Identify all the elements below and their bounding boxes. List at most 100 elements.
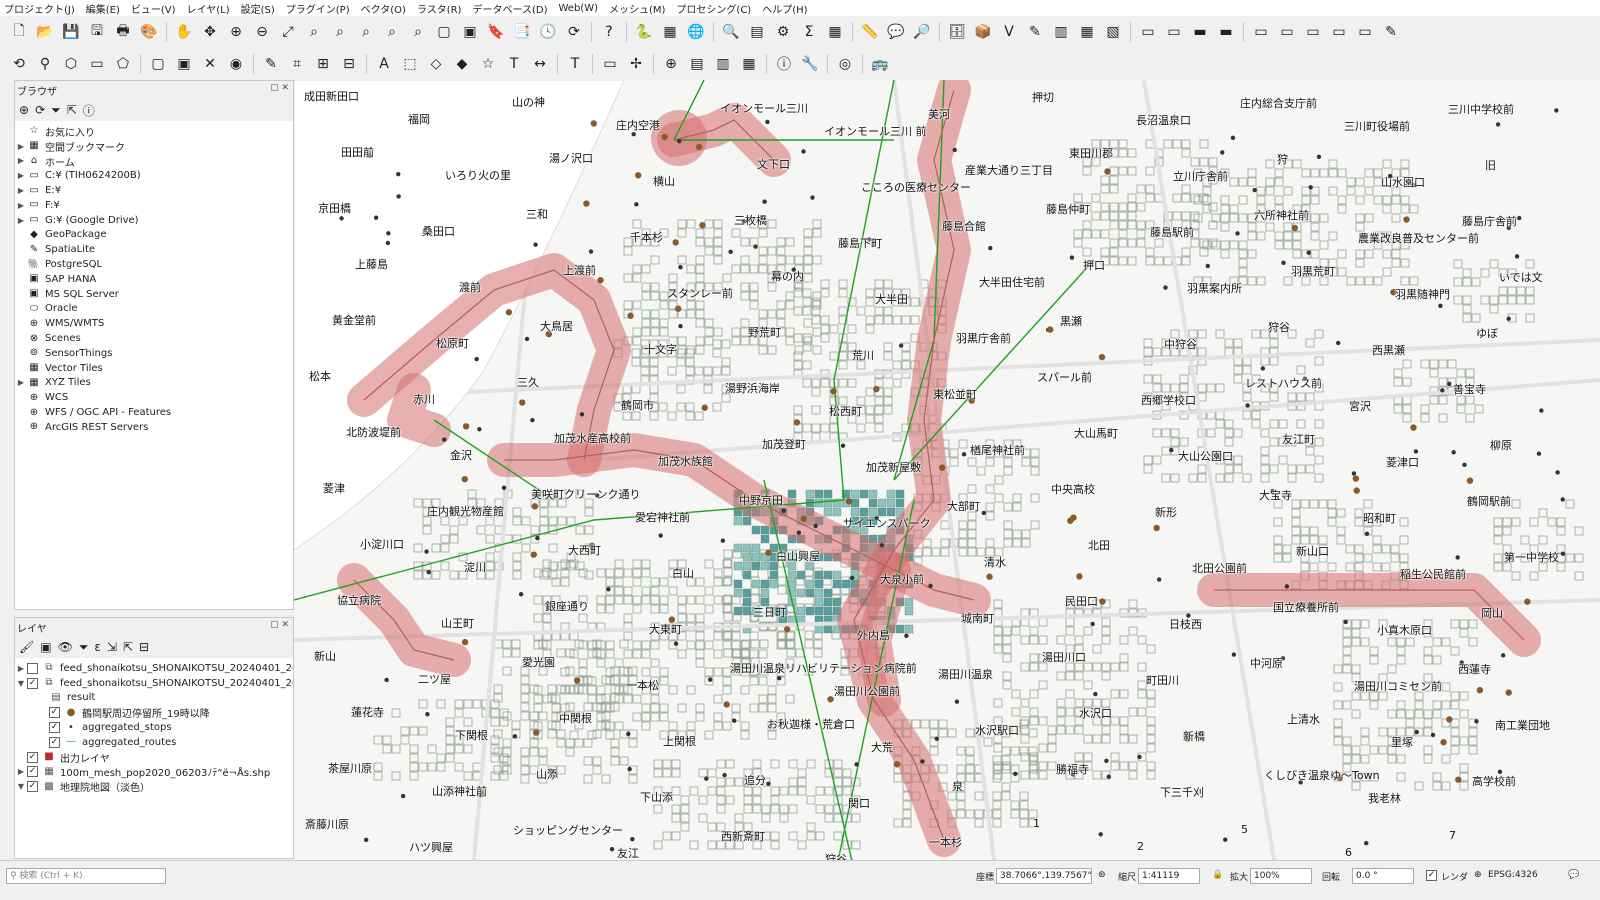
browser-item[interactable]: ▶ ▦ 空間ブックマーク — [15, 139, 293, 153]
edit-c-icon[interactable]: ⊞ — [313, 54, 333, 74]
expand-arrow-icon[interactable]: ▼ — [15, 782, 27, 791]
layer-visibility-checkbox[interactable]: ✓ — [27, 781, 38, 793]
disabled-e-icon[interactable]: ▭ — [1303, 22, 1323, 42]
show-bookmarks-icon[interactable]: 📑 — [512, 22, 532, 42]
select-location-icon[interactable]: ◉ — [226, 54, 246, 74]
menu-item-10[interactable]: メッシュ(M) — [609, 1, 665, 16]
style-manager-icon[interactable]: 🎨 — [139, 22, 159, 42]
select-value-icon[interactable]: ▣ — [174, 54, 194, 74]
browser-item[interactable]: ▶ ⌂ ホーム — [15, 154, 293, 168]
render-checkbox[interactable]: ✓ — [1426, 870, 1437, 881]
info-icon[interactable]: ⓘ — [774, 54, 794, 74]
temporal-icon[interactable]: 🕓 — [538, 22, 558, 42]
menu-item-8[interactable]: データベース(D) — [472, 1, 547, 16]
toggle-extents-icon[interactable]: ⊛ — [1098, 870, 1106, 880]
attribute-table-icon[interactable]: ▤ — [747, 22, 767, 42]
plugin-c-icon[interactable]: ▧ — [1103, 22, 1123, 42]
pan-to-selection-icon[interactable]: ✥ — [200, 22, 220, 42]
expand-arrow-icon[interactable]: ▶ — [15, 201, 27, 210]
disabled-a-icon[interactable]: ▭ — [1138, 22, 1158, 42]
package-icon[interactable]: 📦 — [973, 22, 993, 42]
layers-panel-close-icon[interactable]: ▢ ✕ — [270, 620, 289, 630]
rotation-spinbox[interactable]: 0.0 ° — [1352, 868, 1414, 884]
expand-arrow-icon[interactable]: ▶ — [15, 186, 27, 195]
browser-item[interactable]: ▣ MS SQL Server — [15, 287, 293, 302]
collapse-all-icon[interactable]: ⇱ — [67, 103, 77, 117]
expand-arrow-icon[interactable]: ▶ — [15, 378, 27, 387]
zoom-layer-icon[interactable]: ⌕ — [330, 22, 350, 42]
browser-item[interactable]: ⬭ Oracle — [15, 302, 293, 317]
refresh-icon[interactable]: ⟳ — [35, 103, 45, 117]
expand-arrow-icon[interactable]: ▶ — [15, 156, 27, 165]
magnifier-spinbox[interactable]: 100% — [1250, 868, 1312, 884]
annotation-b-icon[interactable]: ✢ — [626, 54, 646, 74]
grid-plugin-icon[interactable]: ▦ — [660, 22, 680, 42]
coordinate-field[interactable]: 38.7066°,139.7567° — [996, 868, 1092, 884]
new-3d-view-icon[interactable]: ▣ — [460, 22, 480, 42]
save-as-icon[interactable]: 🖫 — [87, 22, 107, 42]
panel-close-icon[interactable]: ▢ ✕ — [270, 83, 289, 93]
select-feature-icon[interactable]: ▢ — [148, 54, 168, 74]
new-map-view-icon[interactable]: ▢ — [434, 22, 454, 42]
raster-c-icon[interactable]: ▦ — [739, 54, 759, 74]
search-feature-icon[interactable]: 🔎 — [912, 22, 932, 42]
filter-expression-icon[interactable]: ε — [94, 640, 101, 654]
disabled-c-icon[interactable]: ▭ — [1251, 22, 1271, 42]
plugin-a-icon[interactable]: ▥ — [1051, 22, 1071, 42]
expand-arrow-icon[interactable]: ▶ — [15, 216, 27, 225]
web-plugin-icon[interactable]: 🌐 — [686, 22, 706, 42]
layer-visibility-checkbox[interactable]: ✓ — [27, 677, 38, 689]
layer-item[interactable]: ✓ ● 鶴岡駅周辺停留所_19時以降 — [15, 705, 293, 720]
settings-gear-icon[interactable]: ⚙ — [773, 22, 793, 42]
bus-icon[interactable]: 🚌 — [870, 54, 890, 74]
browser-item[interactable]: ▶ ▭ G:¥ (Google Drive) — [15, 213, 293, 228]
node-tool-icon[interactable]: ◇ — [426, 54, 446, 74]
vector-tool-icon[interactable]: V — [999, 22, 1019, 42]
menu-item-6[interactable]: ベクタ(O) — [361, 1, 406, 16]
browser-item[interactable]: ▶ ▭ E:¥ — [15, 183, 293, 198]
layer-item[interactable]: ✓ ■ 出力レイヤ — [15, 750, 293, 765]
save-project-icon[interactable]: 💾 — [61, 22, 81, 42]
menu-item-12[interactable]: ヘルプ(H) — [762, 1, 807, 16]
pan-icon[interactable]: ✋ — [174, 22, 194, 42]
select-tool-icon[interactable]: ⬚ — [400, 54, 420, 74]
browser-item[interactable]: ▶ ▦ XYZ Tiles — [15, 376, 293, 391]
text-tool-icon[interactable]: T — [504, 54, 524, 74]
scale-combo[interactable]: 1:41119 — [1138, 868, 1200, 884]
layer-item[interactable]: ▶ ⧉ feed_shonaikotsu_SHONAIKOTSU_20240401_… — [15, 661, 293, 676]
browser-item[interactable]: ☆ お気に入り — [15, 124, 293, 138]
remove-layer-icon[interactable]: ⊟ — [139, 640, 149, 654]
crs-button[interactable]: EPSG:4326 — [1488, 870, 1538, 880]
expand-all-icon[interactable]: ⇲ — [107, 640, 117, 654]
layer-visibility-checkbox[interactable]: ✓ — [27, 751, 38, 763]
measure-icon[interactable]: 📏 — [860, 22, 880, 42]
digitize-e-icon[interactable]: ⬠ — [113, 54, 133, 74]
zoom-selection-icon[interactable]: ⌕ — [304, 22, 324, 42]
new-bookmark-icon[interactable]: 🔖 — [486, 22, 506, 42]
identify-icon[interactable]: 🔍 — [721, 22, 741, 42]
plugin-b-icon[interactable]: ▦ — [1077, 22, 1097, 42]
browser-item[interactable]: ⊕ WFS / OGC API - Features — [15, 405, 293, 420]
menu-item-0[interactable]: プロジェクト(J) — [4, 1, 75, 16]
layer-item[interactable]: ▼ ✓ ▩ 地理院地図（淡色） — [15, 779, 293, 794]
browser-item[interactable]: ⊕ WCS — [15, 390, 293, 405]
move-label-icon[interactable]: ↔ — [530, 54, 550, 74]
browser-item[interactable]: ⊗ Scenes — [15, 331, 293, 346]
expand-arrow-icon[interactable]: ▶ — [15, 171, 27, 180]
node-tool-b-icon[interactable]: ◆ — [452, 54, 472, 74]
collapse-all-layers-icon[interactable]: ⇱ — [123, 640, 133, 654]
style-icon[interactable]: 🖌 — [19, 640, 34, 654]
field-calc-icon[interactable]: ▦ — [825, 22, 845, 42]
star-tool-icon[interactable]: ☆ — [478, 54, 498, 74]
layer-item[interactable]: ✓ — aggregated_routes — [15, 735, 293, 750]
messages-icon[interactable]: 💬 — [1568, 870, 1579, 880]
locator-search-input[interactable]: ⚲ 検索 (Ctrl + K) — [6, 868, 166, 884]
text-annotation-icon[interactable]: T — [565, 54, 585, 74]
database-icon[interactable]: 🗄 — [947, 22, 967, 42]
expand-arrow-icon[interactable]: ▶ — [15, 767, 27, 776]
browser-item[interactable]: ▣ SAP HANA — [15, 272, 293, 287]
layer-item[interactable]: ▤ result — [15, 691, 293, 706]
menu-item-7[interactable]: ラスタ(R) — [417, 1, 462, 16]
browser-item[interactable]: ◆ GeoPackage — [15, 228, 293, 243]
browser-item[interactable]: ▶ ▭ C:¥ (TIH0624200B) — [15, 168, 293, 183]
